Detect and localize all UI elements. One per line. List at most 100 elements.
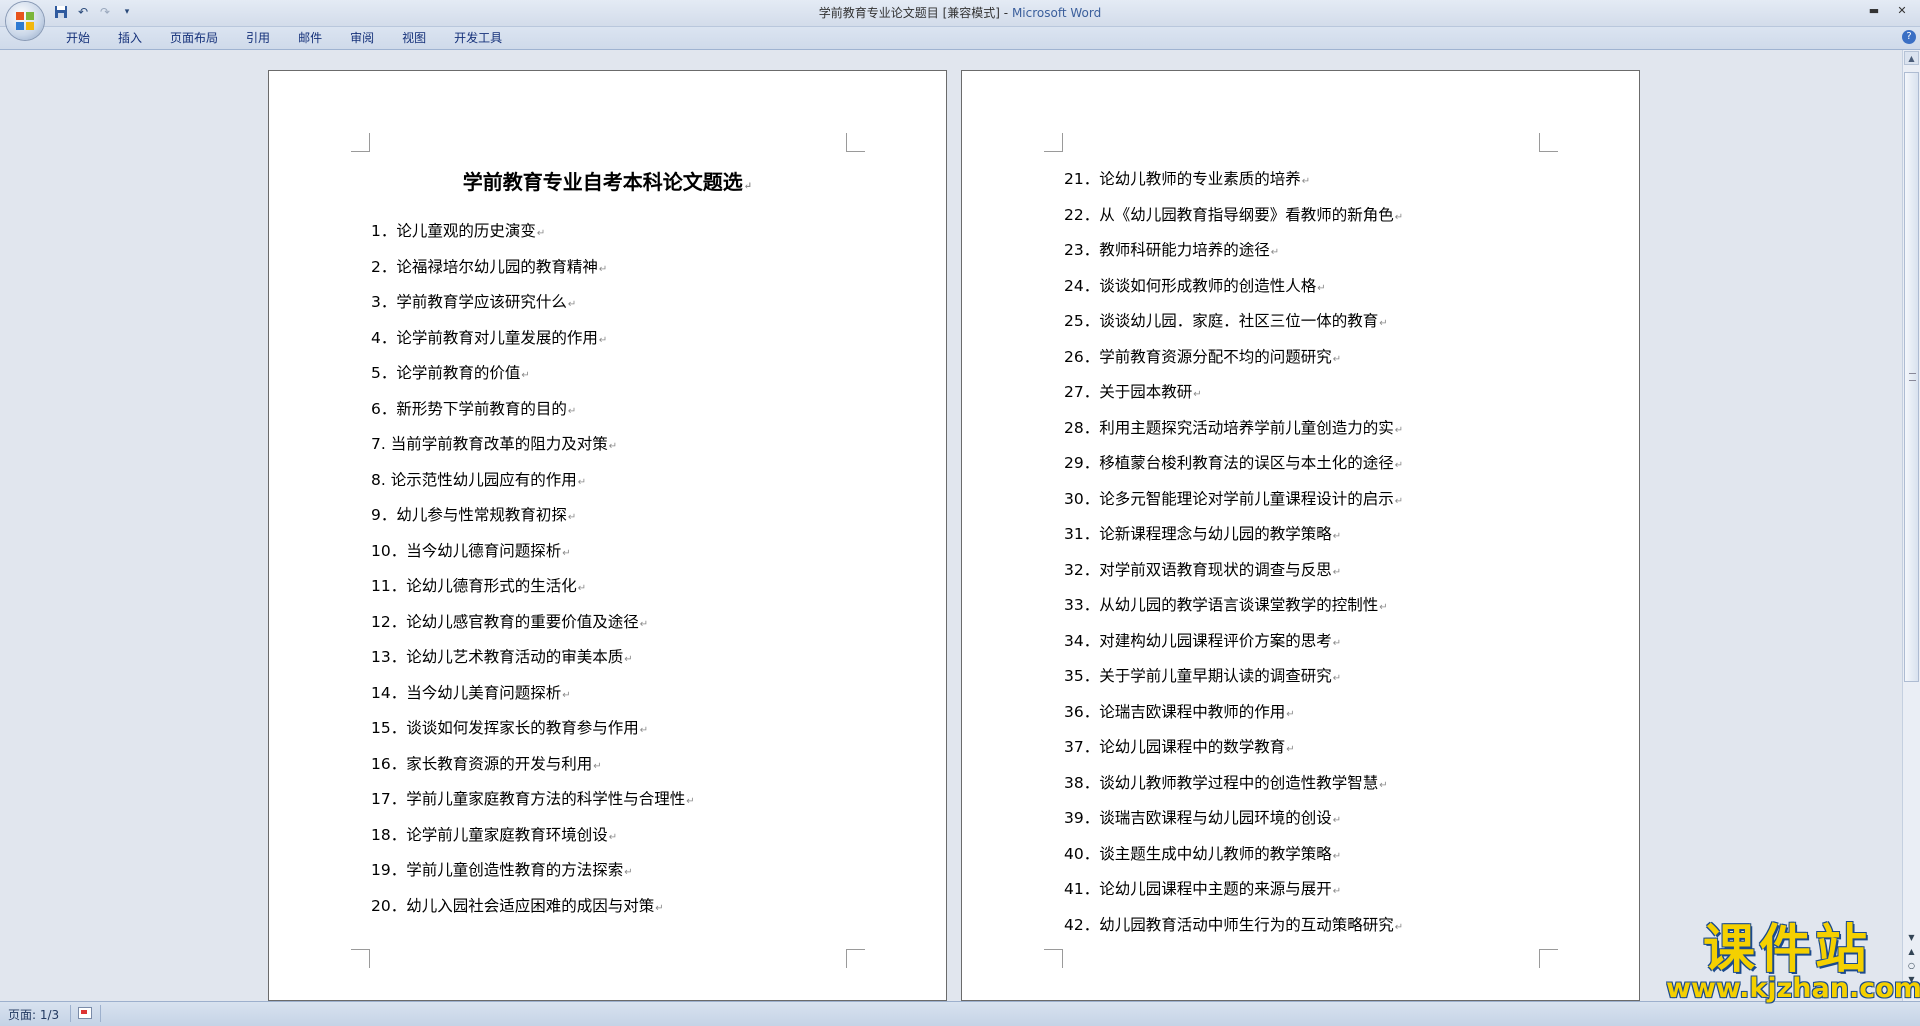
tab-review[interactable]: 审阅 — [336, 30, 388, 46]
list-item[interactable]: 17．学前儿童家庭教育方法的科学性与合理性↵ — [371, 782, 695, 818]
list-item-text: 15．谈谈如何发挥家长的教育参与作用 — [371, 719, 639, 737]
list-item[interactable]: 4．论学前教育对儿童发展的作用↵ — [371, 321, 695, 357]
list-item[interactable]: 3．学前教育学应该研究什么↵ — [371, 285, 695, 321]
paragraph-mark: ↵ — [521, 370, 530, 381]
list-item-text: 21．论幼儿教师的专业素质的培养 — [1064, 170, 1301, 188]
list-item[interactable]: 39．谈瑞吉欧课程与幼儿园环境的创设↵ — [1064, 801, 1403, 837]
list-item[interactable]: 11．论幼儿德育形式的生活化↵ — [371, 569, 695, 605]
paragraph-mark: ↵ — [1379, 779, 1388, 791]
page-corner-mark — [351, 949, 370, 968]
paragraph-mark: ↵ — [1332, 353, 1342, 365]
paragraph-mark: ↵ — [624, 654, 633, 665]
document-page-1[interactable]: 学前教育专业自考本科论文题选↵ 1．论儿童观的历史演变↵ 2．论福禄培尔幼儿园的… — [268, 70, 947, 1001]
list-item[interactable]: 40．谈主题生成中幼儿教师的教学策略↵ — [1064, 837, 1403, 873]
list-item[interactable]: 10．当今幼儿德育问题探析↵ — [371, 534, 695, 570]
list-item[interactable]: 36．论瑞吉欧课程中教师的作用↵ — [1064, 695, 1403, 731]
paragraph-mark: ↵ — [1332, 815, 1342, 826]
window-controls: ▬ ✕ — [1860, 0, 1916, 20]
list-item[interactable]: 30．论多元智能理论对学前儿童课程设计的启示↵ — [1064, 482, 1403, 518]
minimize-icon[interactable]: ▬ — [1860, 0, 1888, 20]
list-item[interactable]: 22．从《幼儿园教育指导纲要》看教师的新角色↵ — [1064, 198, 1403, 234]
list-item[interactable]: 15．谈谈如何发挥家长的教育参与作用↵ — [371, 711, 695, 747]
paragraph-mark: ↵ — [1286, 708, 1295, 720]
paragraph-mark: ↵ — [1286, 744, 1295, 755]
proofing-icon[interactable] — [78, 1007, 92, 1019]
list-item[interactable]: 24．谈谈如何形成教师的创造性人格↵ — [1064, 269, 1403, 305]
scroll-up-icon[interactable]: ▲ — [1904, 51, 1919, 65]
vertical-scrollbar[interactable]: ▲ ▼ ▲ ○ ▼ — [1902, 50, 1920, 1001]
page-corner-mark — [846, 133, 865, 152]
paragraph-mark: ↵ — [1332, 886, 1342, 897]
document-page-2[interactable]: 21．论幼儿教师的专业素质的培养↵ 22．从《幼儿园教育指导纲要》看教师的新角色… — [961, 70, 1640, 1001]
list-item[interactable]: 23．教师科研能力培养的途径↵ — [1064, 233, 1403, 269]
list-item[interactable]: 31．论新课程理念与幼儿园的教学策略↵ — [1064, 517, 1403, 553]
paragraph-mark: ↵ — [567, 299, 577, 310]
close-icon[interactable]: ✕ — [1888, 0, 1916, 20]
list-item-text: 6．新形势下学前教育的目的 — [371, 399, 567, 418]
list-item[interactable]: 18．论学前儿童家庭教育环境创设↵ — [371, 818, 695, 854]
list-item[interactable]: 2．论福禄培尔幼儿园的教育精神↵ — [371, 250, 695, 286]
paragraph-mark: ↵ — [562, 689, 571, 701]
list-item[interactable]: 26．学前教育资源分配不均的问题研究↵ — [1064, 340, 1403, 376]
list-item[interactable]: 37．论幼儿园课程中的数学教育↵ — [1064, 730, 1403, 766]
office-button[interactable] — [6, 2, 44, 40]
list-item-text: 41．论幼儿园课程中主题的来源与展开 — [1064, 880, 1332, 898]
list-item[interactable]: 42．幼儿园教育活动中师生行为的互动策略研究↵ — [1064, 908, 1403, 944]
list-item-text: 2．论福禄培尔幼儿园的教育精神 — [371, 257, 598, 276]
list-item[interactable]: 14．当今幼儿美育问题探析↵ — [371, 676, 695, 712]
tab-insert[interactable]: 插入 — [104, 30, 156, 46]
list-item[interactable]: 35．关于学前儿童早期认读的调查研究↵ — [1064, 659, 1403, 695]
list-item[interactable]: 41．论幼儿园课程中主题的来源与展开↵ — [1064, 872, 1403, 908]
page-corner-mark — [1539, 949, 1558, 968]
list-item[interactable]: 5．论学前教育的价值↵ — [371, 356, 695, 392]
paragraph-mark: ↵ — [577, 476, 587, 488]
list-item[interactable]: 28．利用主题探究活动培养学前儿童创造力的实↵ — [1064, 411, 1403, 447]
list-item-text: 1．论儿童观的历史演变 — [371, 222, 536, 240]
document-title[interactable]: 学前教育专业自考本科论文题选↵ — [269, 166, 946, 195]
list-item[interactable]: 25．谈谈幼儿园．家庭．社区三位一体的教育↵ — [1064, 304, 1403, 340]
window-title: 学前教育专业论文题目 [兼容模式] - Microsoft Word — [818, 6, 1102, 20]
list-item[interactable]: 6．新形势下学前教育的目的↵ — [371, 392, 695, 428]
list-item-text: 5．论学前教育的价值 — [371, 364, 521, 382]
list-item[interactable]: 19．学前儿童创造性教育的方法探索↵ — [371, 853, 695, 889]
tab-developer[interactable]: 开发工具 — [440, 30, 516, 46]
list-item[interactable]: 38．谈幼儿教师教学过程中的创造性教学智慧↵ — [1064, 766, 1403, 802]
paragraph-mark: ↵ — [1193, 389, 1202, 400]
list-item[interactable]: 13．论幼儿艺术教育活动的审美本质↵ — [371, 640, 695, 676]
tab-references[interactable]: 引用 — [232, 30, 284, 46]
list-item[interactable]: 1．论儿童观的历史演变↵ — [371, 214, 695, 250]
page-corner-mark — [1539, 133, 1558, 152]
page-number-indicator[interactable]: 页面: 1/3 — [8, 1006, 59, 1023]
tab-page-layout[interactable]: 页面布局 — [156, 30, 232, 46]
list-item[interactable]: 16．家长教育资源的开发与利用↵ — [371, 747, 695, 783]
tab-view[interactable]: 视图 — [388, 30, 440, 46]
paragraph-mark: ↵ — [608, 831, 618, 843]
scrollbar-thumb[interactable] — [1904, 72, 1919, 682]
application-name: Microsoft Word — [1011, 6, 1102, 20]
tab-home[interactable]: 开始 — [52, 30, 104, 46]
list-item-text: 23．教师科研能力培养的途径 — [1064, 241, 1270, 259]
list-item[interactable]: 29．移植蒙台梭利教育法的误区与本土化的途径↵ — [1064, 446, 1403, 482]
paragraph-mark: ↵ — [639, 618, 649, 630]
list-item[interactable]: 9．幼儿参与性常规教育初探↵ — [371, 498, 695, 534]
help-icon[interactable]: ? — [1902, 30, 1916, 44]
list-item[interactable]: 12．论幼儿感官教育的重要价值及途径↵ — [371, 605, 695, 641]
list-item[interactable]: 21．论幼儿教师的专业素质的培养↵ — [1064, 162, 1403, 198]
list-item-text: 35．关于学前儿童早期认读的调查研究 — [1064, 667, 1332, 685]
list-item[interactable]: 20．幼儿入园社会适应困难的成因与对策↵ — [371, 889, 695, 925]
list-item-text: 39．谈瑞吉欧课程与幼儿园环境的创设 — [1064, 809, 1332, 827]
list-item[interactable]: 8. 论示范性幼儿园应有的作用↵ — [371, 463, 695, 499]
list-item-text: 17．学前儿童家庭教育方法的科学性与合理性 — [371, 790, 686, 808]
list-item[interactable]: 34．对建构幼儿园课程评价方案的思考↵ — [1064, 624, 1403, 660]
list-item[interactable]: 32．对学前双语教育现状的调查与反思↵ — [1064, 553, 1403, 589]
paragraph-mark: ↵ — [1332, 673, 1342, 684]
list-item[interactable]: 33．从幼儿园的教学语言谈课堂教学的控制性↵ — [1064, 588, 1403, 624]
tab-mailings[interactable]: 邮件 — [284, 30, 336, 46]
list-item-text: 16．家长教育资源的开发与利用 — [371, 754, 593, 773]
paragraph-mark: ↵ — [1332, 850, 1342, 862]
list-item[interactable]: 27．关于园本教研↵ — [1064, 375, 1403, 411]
list-item-text: 10．当今幼儿德育问题探析 — [371, 541, 562, 560]
paragraph-mark: ↵ — [686, 796, 695, 807]
list-item[interactable]: 7. 当前学前教育改革的阻力及对策↵ — [371, 427, 695, 463]
paragraph-mark: ↵ — [593, 760, 602, 772]
